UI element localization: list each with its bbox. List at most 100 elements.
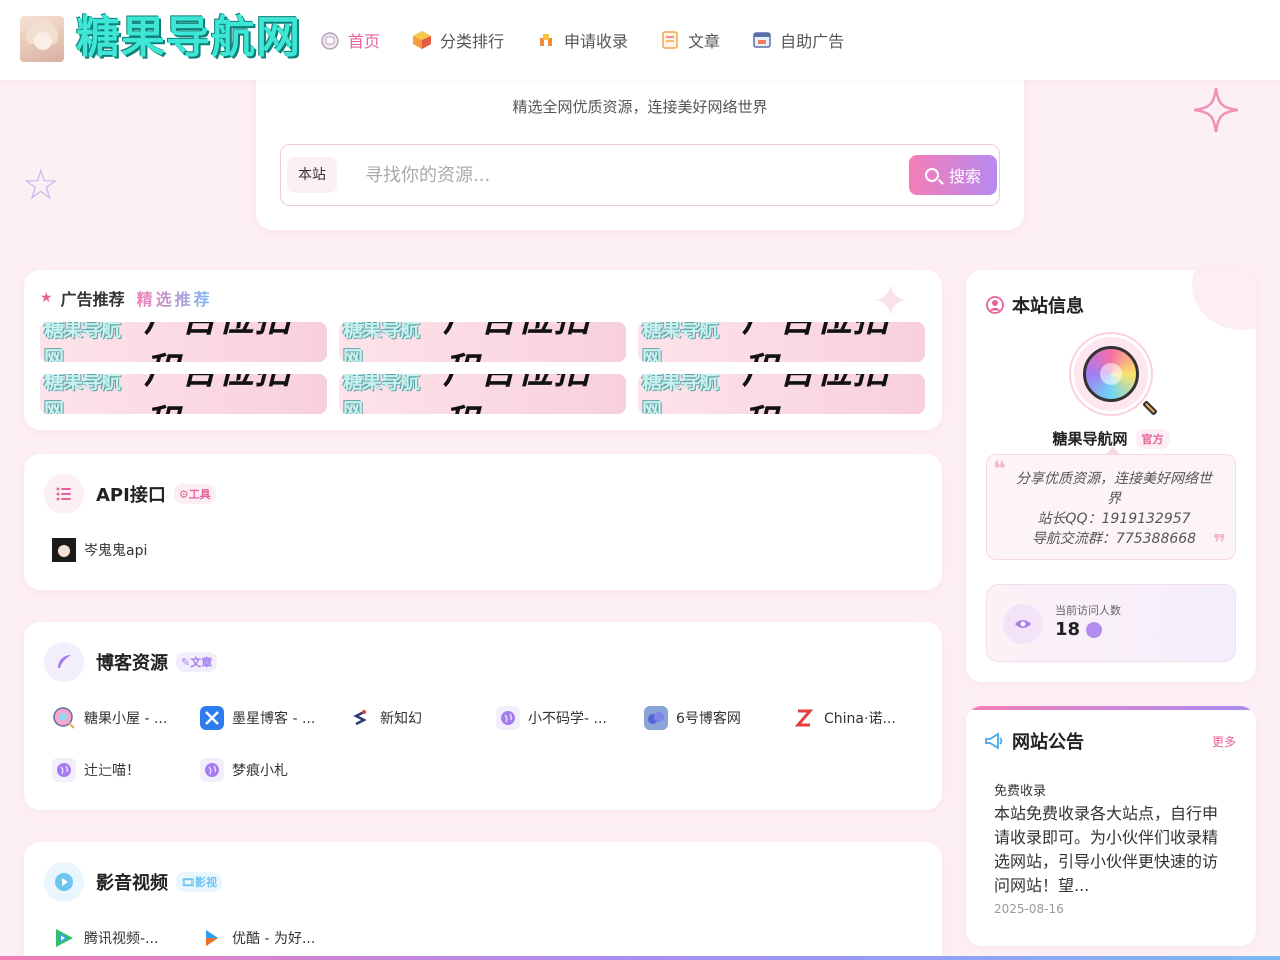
nav-home[interactable]: 首页 [320,24,380,56]
eye-icon [1003,604,1043,644]
cross-logo-icon [200,706,224,730]
site-list: 腾讯视频-... 优酷 - 为好... [52,926,940,950]
intro-line: 分享优质资源，连接美好网络世界 [1016,471,1212,507]
ad-banner[interactable]: 糖果导航网广告位招租 [638,322,925,362]
ad-slogan: 广告位招租 [443,374,626,414]
site-label: 墨星博客 - ... [232,711,316,727]
site-link[interactable]: 岑鬼鬼api [52,538,200,562]
site-intro-text: 分享优质资源，连接美好网络世界 站长QQ：1919132957 导航交流群：77… [1011,469,1217,549]
site-link[interactable]: 小不码学- ... [496,706,644,730]
star-outline-decoration: ☆ [22,160,60,209]
article-icon [660,30,680,50]
intro-line: 导航交流群：775388668 [1031,531,1197,547]
site-list: 岑鬼鬼api [52,538,940,562]
search-button-label: 搜索 [948,167,981,186]
official-badge: 官方 [1135,428,1170,449]
section-badge: ✎文章 [176,652,218,672]
visitor-count: 18 [1055,619,1081,640]
site-info-card: 本站信息 糖果导航网 官方 ❝ ❞ 分享优质资源，连接美好网络世界 站长QQ：1… [966,270,1256,682]
ads-heading: ★ 广告推荐 精选推荐 [40,286,213,310]
top-header: 糖果导航网 首页 分类排行 申请收录 文章 自助广告 [0,0,1280,80]
youku-icon [200,926,224,950]
user-circle-icon [986,296,1004,314]
ad-banner[interactable]: 糖果导航网广告位招租 [339,374,626,414]
notice-title: 网站公告 [1012,732,1084,753]
ad-slogan: 广告位招租 [144,322,327,362]
search-icon [924,168,939,182]
site-link[interactable]: 腾讯视频-... [52,926,200,950]
section-title[interactable]: API接口 [96,481,166,507]
site-label: 优酷 - 为好... [232,931,316,947]
candy-icon [52,706,76,730]
search-button[interactable]: 搜索 [909,155,997,195]
nav-category-rank[interactable]: 分类排行 [412,24,504,56]
z-logo-icon [792,706,816,730]
section-header: API接口 ⚙工具 [44,474,216,514]
site-logo-text[interactable]: 糖果导航网 [76,10,301,66]
notice-accent-bar [966,706,1256,710]
ad-banner[interactable]: 糖果导航网广告位招租 [638,374,925,414]
nav-apply-label: 申请收录 [564,32,629,51]
section-blog: 博客资源 ✎文章 糖果小屋 - ... 墨星博客 - ... 新知幻 小不码学-… [24,622,942,810]
site-link[interactable]: 墨星博客 - ... [200,706,348,730]
section-badge: 🎞影视 [176,872,222,892]
notice-item-title[interactable]: 免费收录 [994,780,1046,799]
site-label: 辻辷喵！ [84,763,140,779]
globe-icon [496,706,520,730]
site-link[interactable]: 辻辷喵！ [52,758,200,782]
nav-apply[interactable]: 申请收录 [536,24,628,56]
search-input[interactable] [365,155,885,195]
nav-article-label: 文章 [688,32,721,51]
search-subtitle: 精选全网优质资源，连接美好网络世界 [512,98,768,116]
ad-banner[interactable]: 糖果导航网广告位招租 [339,322,626,362]
nav-self-ad[interactable]: 自助广告 [752,24,844,56]
site-label: 腾讯视频-... [84,931,159,947]
visitor-count-row: 18 [1055,619,1103,640]
nav-article[interactable]: 文章 [660,24,720,56]
ad-banner[interactable]: 糖果导航网广告位招租 [40,374,327,414]
section-title[interactable]: 博客资源 [96,649,168,675]
notice-card: 网站公告 更多 免费收录 本站免费收录各大站点，自行申请收录即可。为小伙伴们收录… [966,706,1256,946]
ads-card: ★ 广告推荐 精选推荐 ✦ 糖果导航网广告位招租 糖果导航网广告位招租 糖果导航… [24,270,942,430]
ad-brand-text: 糖果导航网 [44,322,121,362]
globe-icon [52,758,76,782]
ad-slogan: 广告位招租 [144,374,327,414]
cloud-logo-icon [644,706,668,730]
star-icon: ★ [40,290,53,306]
nav-home-label: 首页 [348,32,381,51]
site-link[interactable]: 6号博客网 [644,706,792,730]
site-link[interactable]: 梦痕小札 [200,758,348,782]
ad-grid: 糖果导航网广告位招租 糖果导航网广告位招租 糖果导航网广告位招租 糖果导航网广告… [40,322,925,414]
site-link[interactable]: China·诺... [792,706,940,730]
intro-line: 站长QQ：1919132957 [1037,511,1191,527]
play-icon [44,862,84,902]
notice-heading: 网站公告 [984,728,1084,754]
megaphone-icon [984,732,1004,750]
corner-decoration [1192,270,1256,330]
logo-avatar[interactable] [20,16,64,62]
home-icon [320,30,340,50]
notice-more-link[interactable]: 更多 [1212,733,1236,750]
ads-subtitle: 精选推荐 [137,286,213,310]
site-link[interactable]: 优酷 - 为好... [200,926,348,950]
search-box: 本站 搜索 [280,144,1000,206]
ad-banner[interactable]: 糖果导航网广告位招租 [40,322,327,362]
bottom-gradient-strip [0,956,1280,960]
site-avatar [1071,334,1158,416]
search-scope-select[interactable]: 本站 [287,157,337,193]
ad-slogan: 广告位招租 [742,322,925,362]
feather-icon [44,642,84,682]
ad-brand-text: 糖果导航网 [343,374,420,414]
site-link[interactable]: 糖果小屋 - ... [52,706,200,730]
site-label: 小不码学- ... [528,711,607,727]
notice-item-body[interactable]: 本站免费收录各大站点，自行申请收录即可。为小伙伴们收录精选网站，引导小伙伴更快速… [994,802,1230,898]
ad-brand-text: 糖果导航网 [343,322,420,362]
section-header: 博客资源 ✎文章 [44,642,218,682]
quote-open-icon: ❝ [993,457,1006,482]
sparkle-decoration [1192,86,1240,138]
ad-icon [752,30,772,50]
site-link[interactable]: 新知幻 [348,706,496,730]
site-intro-quote: ❝ ❞ 分享优质资源，连接美好网络世界 站长QQ：1919132957 导航交流… [986,447,1236,560]
section-header: 影音视频 🎞影视 [44,862,222,902]
section-title[interactable]: 影音视频 [96,869,168,895]
